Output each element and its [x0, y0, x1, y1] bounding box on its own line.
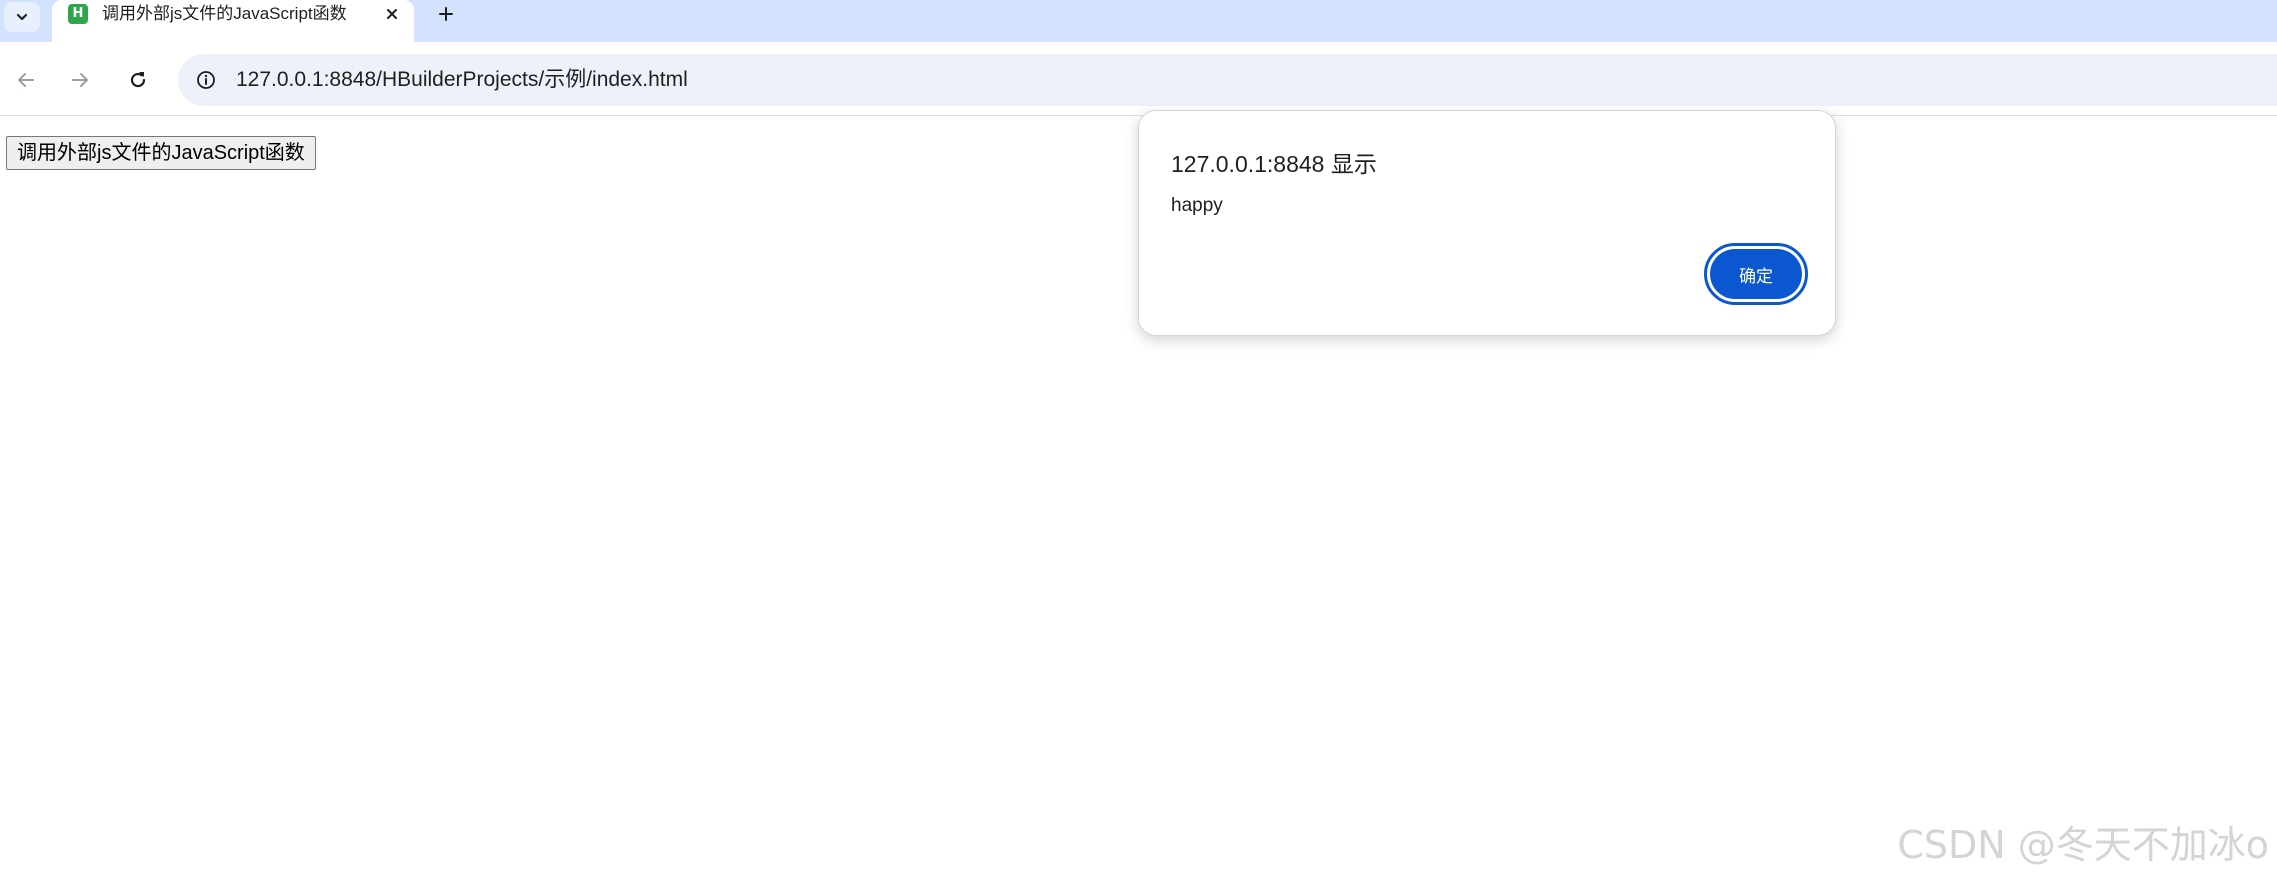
tab-active[interactable]: H 调用外部js文件的JavaScript函数: [52, 0, 414, 42]
new-tab-button[interactable]: [428, 0, 464, 28]
tab-title: 调用外部js文件的JavaScript函数: [102, 4, 347, 23]
call-external-js-button[interactable]: 调用外部js文件的JavaScript函数: [6, 136, 316, 170]
reload-button[interactable]: [120, 62, 156, 98]
site-info-button[interactable]: [192, 66, 220, 94]
csdn-watermark: CSDN @冬天不加冰o: [1897, 823, 2269, 867]
alert-ok-label: 确定: [1710, 249, 1802, 299]
alert-ok-button[interactable]: 确定: [1704, 243, 1808, 305]
chevron-down-icon: [16, 13, 28, 21]
alert-title: 127.0.0.1:8848 显示: [1171, 151, 1377, 177]
tab-search-button[interactable]: [4, 2, 40, 32]
plus-icon: [439, 7, 453, 21]
url-text[interactable]: 127.0.0.1:8848/HBuilderProjects/示例/index…: [236, 66, 688, 94]
forward-button[interactable]: [62, 62, 98, 98]
tab-strip: H 调用外部js文件的JavaScript函数: [0, 0, 2277, 42]
address-bar[interactable]: 127.0.0.1:8848/HBuilderProjects/示例/index…: [178, 54, 2277, 106]
back-button[interactable]: [8, 62, 44, 98]
info-icon: [197, 71, 215, 89]
arrow-left-icon: [18, 73, 34, 87]
close-icon: [387, 9, 397, 19]
arrow-right-icon: [72, 73, 88, 87]
hbuilder-favicon-icon: H: [68, 4, 88, 24]
tab-close-button[interactable]: [378, 1, 406, 27]
alert-dialog: 127.0.0.1:8848 显示 happy 确定: [1138, 110, 1836, 336]
reload-icon: [130, 72, 146, 88]
browser-toolbar: 127.0.0.1:8848/HBuilderProjects/示例/index…: [0, 42, 2277, 116]
alert-message: happy: [1171, 195, 1223, 216]
